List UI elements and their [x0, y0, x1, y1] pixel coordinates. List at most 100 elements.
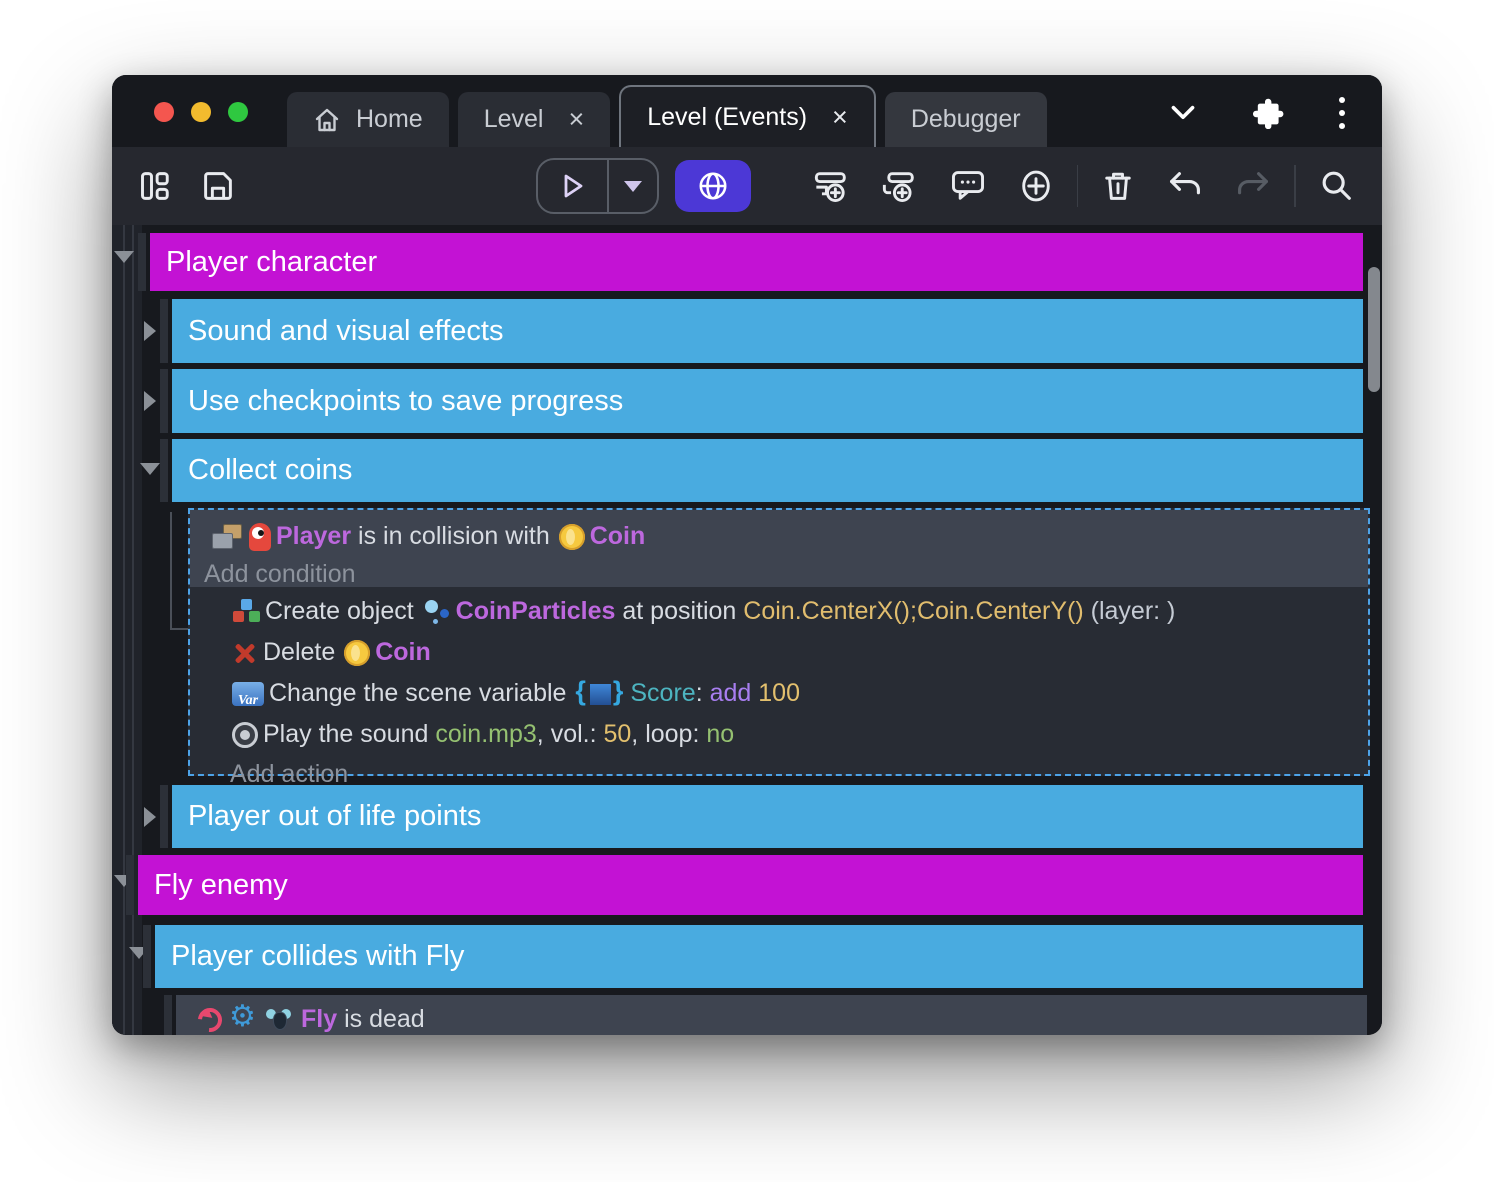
- extensions-puzzle-icon[interactable]: [1252, 97, 1284, 129]
- particles-icon: [423, 598, 451, 625]
- text-segment: Player: [276, 522, 351, 551]
- redo-button[interactable]: [1234, 167, 1272, 205]
- panels-icon: [138, 168, 174, 204]
- coin-icon: [559, 524, 585, 550]
- play-icon: [557, 171, 587, 201]
- gear-icon: [229, 1005, 257, 1035]
- text-segment: no: [706, 720, 734, 749]
- edit-tools: [813, 167, 1055, 205]
- collapse-arrow[interactable]: [140, 463, 160, 475]
- tab-label: Level (Events): [647, 103, 807, 132]
- coin-collision-event[interactable]: Player is in collision with Coin Add con…: [188, 508, 1370, 776]
- play-preview-button[interactable]: [538, 160, 609, 212]
- condition-line[interactable]: Fly is dead: [196, 999, 1357, 1035]
- action-line[interactable]: Play the sound coin.mp3, vol.: 50, loop:…: [230, 714, 1358, 755]
- tab-home[interactable]: Home: [287, 92, 449, 147]
- search-button[interactable]: [1318, 167, 1356, 205]
- group-header-checkpoints[interactable]: Use checkpoints to save progress: [172, 369, 1363, 433]
- undo-button[interactable]: [1166, 167, 1204, 205]
- delete-x-icon: [232, 640, 258, 666]
- toolbar: [112, 147, 1382, 225]
- publish-button[interactable]: [675, 160, 751, 212]
- delete-button[interactable]: [1100, 168, 1136, 204]
- titlebar: Home Level × Level (Events) × Debugger: [112, 75, 1382, 147]
- group-header-fly-enemy[interactable]: Fly enemy: [138, 855, 1363, 915]
- tab-level[interactable]: Level ×: [458, 92, 611, 147]
- chevron-down-icon[interactable]: [1166, 96, 1200, 130]
- fly-dead-event[interactable]: Fly is dead: [176, 995, 1367, 1035]
- repeat-icon: [193, 1003, 227, 1035]
- zoom-window-button[interactable]: [228, 102, 248, 122]
- text-segment: Score: [630, 679, 695, 708]
- add-comment-icon: [949, 167, 987, 205]
- expand-arrow[interactable]: [144, 807, 156, 827]
- history-tools: [1100, 167, 1272, 205]
- action-line[interactable]: Change the scene variable Score: add 100: [230, 673, 1358, 714]
- publish-globe-icon: [696, 169, 730, 203]
- preview-split-button: [536, 158, 659, 214]
- redo-icon: [1234, 167, 1272, 205]
- play-options-button[interactable]: [609, 160, 657, 212]
- text-segment: , vol.:: [537, 720, 604, 749]
- group-label: Player out of life points: [188, 800, 481, 833]
- group-header-player-character[interactable]: Player character: [150, 233, 1363, 291]
- group-label: Player character: [166, 246, 377, 279]
- text-segment: 100: [758, 679, 800, 708]
- text-segment: add: [710, 679, 752, 708]
- add-more-icon: [1017, 167, 1055, 205]
- tab-debugger[interactable]: Debugger: [885, 92, 1047, 147]
- action-line[interactable]: Delete Coin: [230, 632, 1358, 673]
- tab-label: Debugger: [911, 105, 1021, 134]
- events-sheet: Player character Sound and visual effect…: [112, 225, 1382, 1035]
- minimize-window-button[interactable]: [191, 102, 211, 122]
- add-event-icon: [813, 167, 851, 205]
- trash-icon: [1100, 168, 1136, 204]
- text-segment: Create object: [265, 597, 421, 626]
- group-label: Fly enemy: [154, 869, 288, 902]
- text-segment: 50: [603, 720, 631, 749]
- text-segment: is in collision with: [351, 522, 557, 551]
- add-event-button[interactable]: [813, 167, 851, 205]
- scene-var-icon: [575, 680, 625, 708]
- add-condition-link[interactable]: Add condition: [204, 557, 1358, 591]
- expand-arrow[interactable]: [144, 391, 156, 411]
- titlebar-controls: [1166, 91, 1348, 135]
- text-segment: :: [696, 679, 710, 708]
- tab-level-events[interactable]: Level (Events) ×: [619, 85, 876, 147]
- close-icon[interactable]: ×: [568, 106, 584, 133]
- condition-line[interactable]: Player is in collision with Coin: [210, 516, 1358, 557]
- scrollbar-thumb[interactable]: [1368, 267, 1380, 392]
- text-segment: , loop:: [631, 720, 706, 749]
- group-label: Player collides with Fly: [171, 940, 464, 973]
- tab-label: Home: [356, 105, 423, 134]
- action-line[interactable]: Create object CoinParticles at position …: [230, 591, 1358, 632]
- collision-icon: [212, 524, 242, 549]
- home-icon: [313, 106, 341, 134]
- collapse-arrow[interactable]: [114, 251, 134, 263]
- expand-arrow[interactable]: [144, 321, 156, 341]
- group-header-sound-effects[interactable]: Sound and visual effects: [172, 299, 1363, 363]
- add-comment-button[interactable]: [949, 167, 987, 205]
- panels-button[interactable]: [138, 168, 174, 204]
- toolbar-divider: [1077, 165, 1079, 207]
- sound-icon: [232, 722, 258, 748]
- save-button[interactable]: [200, 168, 236, 204]
- group-label: Sound and visual effects: [188, 315, 503, 348]
- text-segment: Coin: [590, 522, 646, 551]
- create-object-icon: [232, 598, 260, 625]
- overflow-menu-icon[interactable]: [1336, 93, 1348, 133]
- add-subevent-button[interactable]: [881, 167, 919, 205]
- group-header-player-out[interactable]: Player out of life points: [172, 785, 1363, 848]
- close-window-button[interactable]: [154, 102, 174, 122]
- var-icon: [232, 682, 264, 706]
- fly-icon: [264, 1008, 296, 1032]
- toolbar-divider: [1294, 165, 1296, 207]
- group-label: Collect coins: [188, 454, 352, 487]
- group-header-player-collides[interactable]: Player collides with Fly: [155, 925, 1363, 988]
- conditions-zone: Player is in collision with Coin Add con…: [190, 510, 1368, 587]
- text-segment: [751, 679, 758, 708]
- tab-bar: Home Level × Level (Events) × Debugger: [287, 85, 1047, 147]
- add-more-button[interactable]: [1017, 167, 1055, 205]
- group-header-collect-coins[interactable]: Collect coins: [172, 439, 1363, 502]
- close-icon[interactable]: ×: [832, 104, 848, 131]
